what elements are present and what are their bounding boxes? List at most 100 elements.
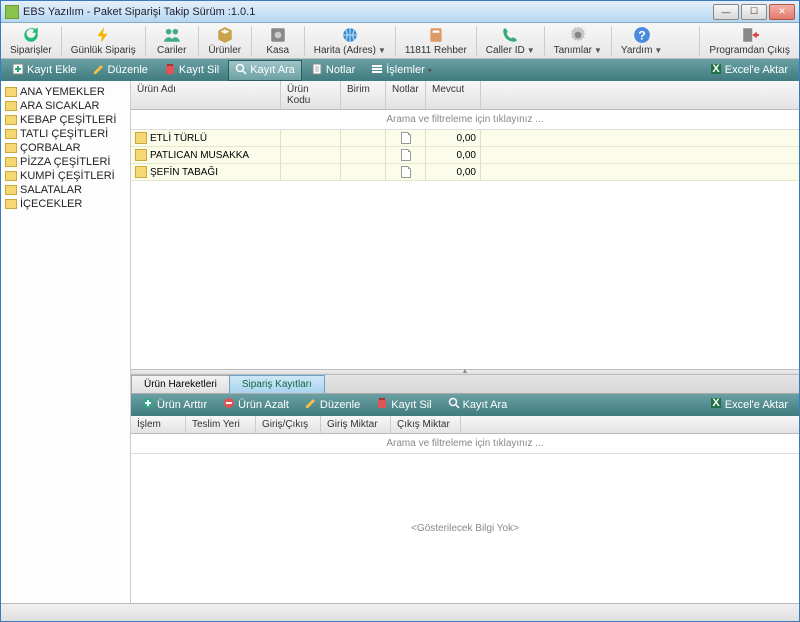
action--r-n-artt-r[interactable]: Ürün Arttır bbox=[135, 394, 214, 415]
tree-item-label: ANA YEMEKLER bbox=[20, 86, 105, 98]
folder-icon bbox=[5, 157, 17, 167]
table-row[interactable]: ETLİ TÜRLÜ0,00 bbox=[131, 130, 799, 147]
col-birim[interactable]: Birim bbox=[341, 81, 386, 109]
toolbar-label: Programdan Çıkış bbox=[709, 45, 790, 56]
cell-name: PATLICAN MUSAKKA bbox=[131, 147, 281, 163]
col-urun-kodu[interactable]: Ürün Kodu bbox=[281, 81, 341, 109]
main-toolbar: SiparişlerGünlük Sipariş Cariler Ürünler Ka… bbox=[1, 23, 799, 59]
table-row[interactable]: PATLICAN MUSAKKA 0,00 bbox=[131, 147, 799, 164]
action-label: Notlar bbox=[326, 64, 355, 76]
folder-icon bbox=[5, 129, 17, 139]
toolbar-exit[interactable]: Programdan Çıkış bbox=[702, 23, 797, 59]
folder-icon bbox=[5, 199, 17, 209]
folder-icon bbox=[135, 149, 147, 161]
cell-code bbox=[281, 147, 341, 163]
toolbar-label: Ürünler bbox=[208, 45, 241, 56]
tree-item[interactable]: İÇECEKLER bbox=[3, 197, 128, 211]
toolbar-kasa[interactable]: Kasa bbox=[254, 23, 302, 59]
cell-notes[interactable] bbox=[386, 130, 426, 146]
action--r-n-azalt[interactable]: Ürün Azalt bbox=[216, 394, 296, 415]
top-grid-filter-row[interactable]: Arama ve filtreleme için tıklayınız ... bbox=[131, 110, 799, 130]
chevron-down-icon: ▼ bbox=[594, 46, 602, 55]
titlebar: EBS Yazılım - Paket Siparişi Takip Sürüm… bbox=[1, 1, 799, 23]
action-kay-t-sil[interactable]: Kayıt Sil bbox=[369, 394, 438, 415]
toolbar-tan-mlar[interactable]: Tanımlar ▼ bbox=[547, 23, 609, 59]
action-label: Ürün Arttır bbox=[157, 399, 207, 411]
action-d-zenle[interactable]: Düzenle bbox=[86, 60, 155, 81]
close-button[interactable]: ✕ bbox=[769, 4, 795, 20]
tree-item[interactable]: TATLI ÇEŞİTLERİ bbox=[3, 127, 128, 141]
action-excel-export[interactable]: XExcel'e Aktar bbox=[703, 394, 795, 415]
col-cikis[interactable]: Çıkış Miktar bbox=[391, 416, 461, 433]
minus-icon bbox=[223, 397, 235, 412]
action-label: Kayıt Sil bbox=[179, 64, 219, 76]
svg-text:X: X bbox=[712, 63, 720, 75]
cell-notes[interactable] bbox=[386, 147, 426, 163]
bottom-grid-empty: <Gösterilecek Bilgi Yok> bbox=[131, 454, 799, 604]
action-kay-t-ekle[interactable]: Kayıt Ekle bbox=[5, 60, 84, 81]
col-islem[interactable]: İşlem bbox=[131, 416, 186, 433]
toolbar--r-nler[interactable]: Ürünler bbox=[201, 23, 249, 59]
toolbar-label: Cariler bbox=[157, 45, 186, 56]
toolbar-g-nl-k-sipari-[interactable]: Günlük Sipariş bbox=[64, 23, 143, 59]
cell-code bbox=[281, 130, 341, 146]
toolbar-caller-id[interactable]: Caller ID ▼ bbox=[479, 23, 542, 59]
tree-item[interactable]: PİZZA ÇEŞİTLERİ bbox=[3, 155, 128, 169]
action-kay-t-sil[interactable]: Kayıt Sil bbox=[157, 60, 226, 81]
tree-item[interactable]: KUMPİ ÇEŞİTLERİ bbox=[3, 169, 128, 183]
cell-stock: 0,00 bbox=[426, 147, 481, 163]
tree-item[interactable]: ARA SICAKLAR bbox=[3, 99, 128, 113]
col-urun-adi[interactable]: Ürün Adı bbox=[131, 81, 281, 109]
chevron-down-icon: ▾ bbox=[428, 66, 432, 75]
tab-sipari-kay-tlar-[interactable]: Sipariş Kayıtları bbox=[229, 375, 325, 393]
folder-icon bbox=[5, 115, 17, 125]
toolbar-yard-m[interactable]: ?Yardım ▼ bbox=[614, 23, 669, 59]
toolbar-sipari-ler[interactable]: Siparişler bbox=[3, 23, 59, 59]
maximize-button[interactable]: ☐ bbox=[741, 4, 767, 20]
cell-notes[interactable] bbox=[386, 164, 426, 180]
cell-unit bbox=[341, 147, 386, 163]
table-row[interactable]: ŞEFİN TABAĞI0,00 bbox=[131, 164, 799, 181]
col-teslim[interactable]: Teslim Yeri bbox=[186, 416, 256, 433]
action-kay-t-ara[interactable]: Kayıt Ara bbox=[441, 394, 515, 415]
tree-item[interactable]: KEBAP ÇEŞİTLERİ bbox=[3, 113, 128, 127]
tree-item[interactable]: ANA YEMEKLER bbox=[3, 85, 128, 99]
minimize-button[interactable]: — bbox=[713, 4, 739, 20]
content-area: ANA YEMEKLERARA SICAKLARKEBAP ÇEŞİTLERİT… bbox=[1, 81, 799, 603]
action-label: Düzenle bbox=[108, 64, 148, 76]
toolbar-label: 11811 Rehber bbox=[405, 45, 467, 56]
toolbar-11811-rehber[interactable]: 11811 Rehber bbox=[398, 23, 474, 59]
tree-item[interactable]: SALATALAR bbox=[3, 183, 128, 197]
action-excel-export[interactable]: XExcel'e Aktar bbox=[703, 60, 795, 81]
delete-icon bbox=[164, 63, 176, 78]
tree-item-label: SALATALAR bbox=[20, 184, 82, 196]
action-kay-t-ara[interactable]: Kayıt Ara bbox=[228, 60, 302, 81]
toolbar-label: Tanımlar ▼ bbox=[554, 45, 602, 56]
action-notlar[interactable]: Notlar bbox=[304, 60, 362, 81]
toolbar-harita-adres-[interactable]: Harita (Adres) ▼ bbox=[307, 23, 393, 59]
search-icon bbox=[235, 63, 247, 78]
action-label: İşlemler bbox=[386, 64, 425, 76]
tree-item[interactable]: ÇORBALAR bbox=[3, 141, 128, 155]
note-page-icon bbox=[401, 149, 411, 161]
tab--r-n-hareketleri[interactable]: Ürün Hareketleri bbox=[131, 375, 230, 393]
top-grid-body: ETLİ TÜRLÜ0,00PATLICAN MUSAKKA 0,00ŞEFİN … bbox=[131, 130, 799, 181]
folder-icon bbox=[135, 166, 147, 178]
bottom-grid-filter-row[interactable]: Arama ve filtreleme için tıklayınız ... bbox=[131, 434, 799, 454]
add-icon bbox=[12, 63, 24, 78]
col-giris[interactable]: Giriş Miktar bbox=[321, 416, 391, 433]
col-mevcut[interactable]: Mevcut bbox=[426, 81, 481, 109]
folder-icon bbox=[5, 143, 17, 153]
toolbar-label: Kasa bbox=[266, 45, 289, 56]
action-i-lemler[interactable]: İşlemler▾ bbox=[364, 60, 439, 81]
search-icon bbox=[448, 397, 460, 412]
category-tree: ANA YEMEKLERARA SICAKLARKEBAP ÇEŞİTLERİT… bbox=[1, 81, 131, 603]
action-d-zenle[interactable]: Düzenle bbox=[298, 394, 367, 415]
note-page-icon bbox=[401, 132, 411, 144]
folder-icon bbox=[135, 132, 147, 144]
col-notlar[interactable]: Notlar bbox=[386, 81, 426, 109]
note-page-icon bbox=[401, 166, 411, 178]
col-gc[interactable]: Giriş/Çıkış bbox=[256, 416, 321, 433]
toolbar-cariler[interactable]: Cariler bbox=[148, 23, 196, 59]
folder-icon bbox=[5, 101, 17, 111]
